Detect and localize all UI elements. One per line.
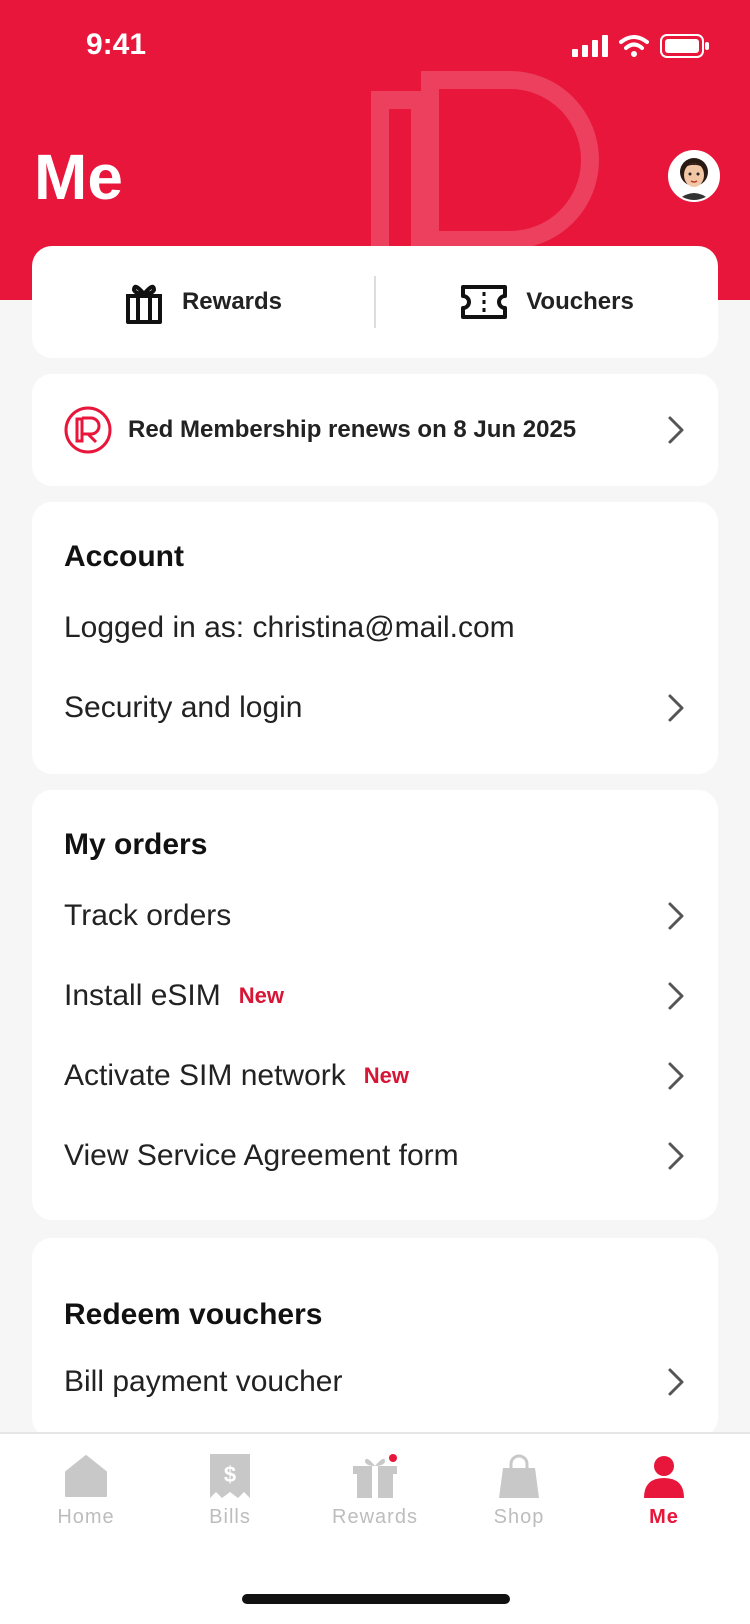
bill-icon: $ — [210, 1454, 250, 1498]
avatar[interactable] — [668, 150, 720, 202]
rewards-shortcut[interactable]: Rewards — [32, 280, 374, 324]
activate-sim-label: Activate SIM network — [64, 1059, 346, 1092]
service-agreement-row[interactable]: View Service Agreement form — [64, 1116, 686, 1196]
service-agreement-label: View Service Agreement form — [64, 1139, 459, 1172]
bill-payment-voucher-label: Bill payment voucher — [64, 1365, 343, 1398]
membership-row[interactable]: Red Membership renews on 8 Jun 2025 — [32, 374, 718, 486]
tab-home-label: Home — [57, 1506, 115, 1528]
new-badge: New — [363, 1063, 410, 1088]
signal-icon — [572, 35, 608, 57]
home-indicator — [242, 1594, 510, 1604]
install-esim-row[interactable]: Install eSIM New — [64, 956, 686, 1036]
chevron-right-icon — [668, 416, 684, 444]
track-orders-label: Track orders — [64, 899, 232, 932]
vouchers-shortcut[interactable]: Vouchers — [376, 284, 718, 320]
person-icon — [644, 1456, 684, 1498]
account-title: Account — [64, 540, 184, 573]
tab-bills-label: Bills — [209, 1506, 251, 1528]
orders-card: My orders Track orders Install eSIM New … — [32, 790, 718, 1220]
account-card: Account Logged in as: christina@mail.com… — [32, 502, 718, 774]
tab-shop-label: Shop — [493, 1506, 545, 1528]
tab-rewards-label: Rewards — [332, 1506, 418, 1528]
redeem-vouchers-card: Redeem vouchers Bill payment voucher — [32, 1238, 718, 1438]
home-icon — [65, 1455, 107, 1497]
security-login-label: Security and login — [64, 691, 303, 724]
svg-text:$: $ — [224, 1462, 236, 1487]
status-time: 9:41 — [86, 28, 147, 61]
status-bar: 9:41 — [0, 0, 750, 92]
quick-actions-card: Rewards Vouchers — [32, 246, 718, 358]
track-orders-row[interactable]: Track orders — [64, 876, 686, 956]
tab-me-label: Me — [649, 1506, 679, 1528]
install-esim-label: Install eSIM — [64, 979, 221, 1012]
orders-title: My orders — [64, 828, 208, 861]
chevron-right-icon — [668, 1368, 684, 1396]
logged-in-text: Logged in as: christina@mail.com — [64, 611, 515, 644]
vouchers-shortcut-label: Vouchers — [526, 288, 634, 315]
gift-icon — [125, 284, 162, 324]
new-badge: New — [238, 983, 284, 1008]
rewards-shortcut-label: Rewards — [181, 288, 283, 315]
page-title: Me — [34, 141, 123, 213]
shopping-bag-icon — [499, 1454, 539, 1498]
chevron-right-icon — [668, 902, 684, 930]
chevron-right-icon — [668, 982, 684, 1010]
security-login-row[interactable]: Security and login — [64, 668, 686, 748]
chevron-right-icon — [668, 1142, 684, 1170]
logged-in-row: Logged in as: christina@mail.com — [64, 588, 686, 668]
chevron-right-icon — [668, 694, 684, 722]
redeem-title: Redeem vouchers — [64, 1298, 323, 1331]
user-avatar-icon — [670, 152, 718, 200]
tab-bills[interactable]: $ Bills — [170, 1454, 290, 1554]
bill-payment-voucher-row[interactable]: Bill payment voucher — [64, 1342, 686, 1422]
red-membership-logo-icon — [64, 406, 112, 454]
gift-icon — [353, 1454, 397, 1498]
battery-icon — [660, 34, 709, 58]
tab-home[interactable]: Home — [26, 1454, 146, 1554]
wifi-icon — [619, 35, 649, 57]
tab-shop[interactable]: Shop — [459, 1454, 579, 1554]
chevron-right-icon — [668, 1062, 684, 1090]
activate-sim-row[interactable]: Activate SIM network New — [64, 1036, 686, 1116]
tab-me[interactable]: Me — [604, 1454, 724, 1554]
membership-text: Red Membership renews on 8 Jun 2025 — [128, 416, 577, 443]
tab-rewards[interactable]: Rewards — [315, 1454, 435, 1554]
ticket-icon — [461, 285, 508, 319]
